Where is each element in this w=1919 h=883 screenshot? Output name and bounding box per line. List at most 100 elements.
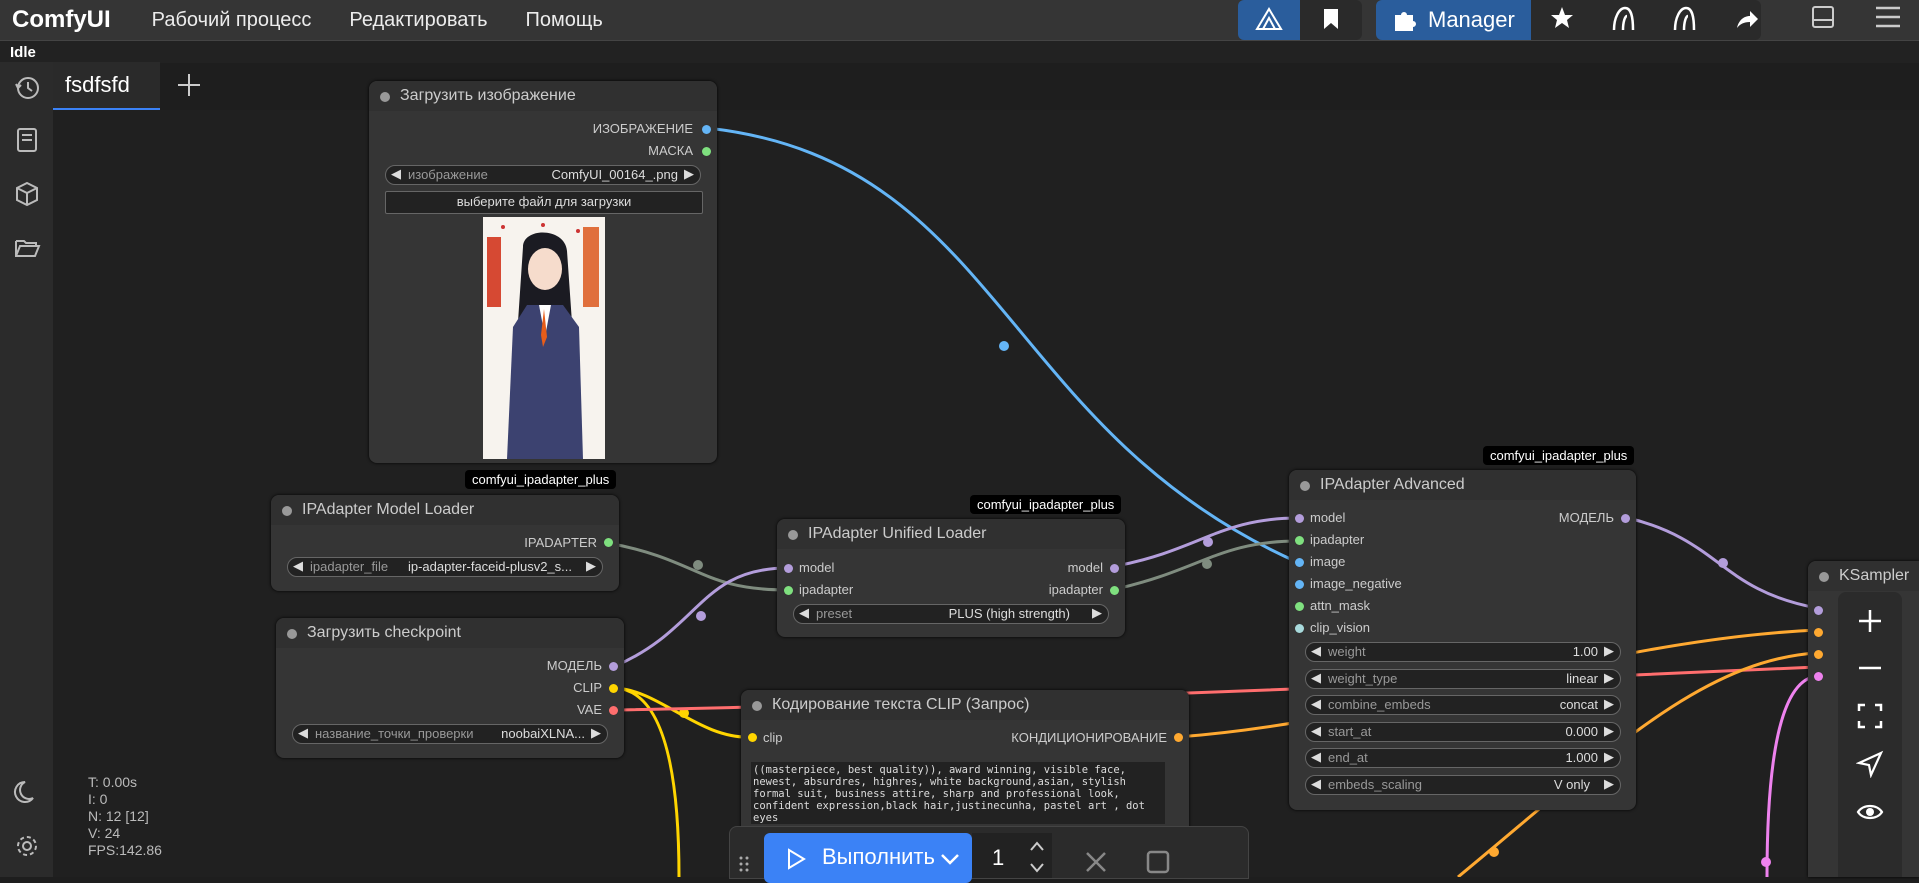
node-title-bar[interactable]: Загрузить изображение <box>369 81 717 111</box>
output-label-model: МОДЕЛЬ <box>546 658 602 673</box>
increment-arrow-icon[interactable]: ▶ <box>586 558 596 574</box>
run-button[interactable]: Выполнить <box>764 833 972 883</box>
node-title-bar[interactable]: IPAdapter Unified Loader <box>777 519 1125 549</box>
node-title-bar[interactable]: Кодирование текста CLIP (Запрос) <box>741 690 1189 720</box>
widget-value: concat <box>1559 697 1598 712</box>
collapse-dot[interactable] <box>1819 572 1829 582</box>
zoom-in-icon[interactable] <box>1856 607 1884 635</box>
navigate-arrow-icon[interactable] <box>1856 750 1884 778</box>
collapse-dot[interactable] <box>287 629 297 639</box>
ipadapter-file-widget[interactable]: ◀ ipadapter_file ip-adapter-faceid-plusv… <box>287 557 603 577</box>
weight-widget[interactable]: ◀ weight 1.00 ▶ <box>1305 642 1621 662</box>
upload-button[interactable]: выберите файл для загрузки <box>385 191 703 214</box>
widget-label: embeds_scaling <box>1328 777 1422 792</box>
decrement-arrow-icon[interactable]: ◀ <box>1311 670 1321 686</box>
node-ipadapter-model-loader[interactable]: IPAdapter Model Loader IPADAPTER ◀ ipada… <box>271 495 619 591</box>
output-label-ipadapter: ipadapter <box>1048 582 1103 597</box>
fit-view-icon[interactable] <box>1856 702 1884 730</box>
output-slot-ipadapter[interactable] <box>604 538 613 547</box>
output-slot-conditioning[interactable] <box>1174 733 1183 742</box>
input-slot-model[interactable] <box>1295 514 1304 523</box>
node-ipadapter-advanced[interactable]: IPAdapter Advanced model ipadapter image… <box>1289 470 1636 810</box>
node-title-bar[interactable]: Загрузить checkpoint <box>276 618 624 648</box>
increment-arrow-icon[interactable]: ▶ <box>1604 749 1614 765</box>
increment-arrow-icon[interactable]: ▶ <box>684 166 694 182</box>
decrement-arrow-icon[interactable]: ◀ <box>1311 723 1321 739</box>
weight-type-widget[interactable]: ◀ weight_type linear ▶ <box>1305 669 1621 689</box>
input-label-clip: clip <box>763 730 783 745</box>
node-title-bar[interactable]: IPAdapter Advanced <box>1289 470 1636 500</box>
embeds-scaling-widget[interactable]: ◀ embeds_scaling V only ▶ <box>1305 775 1621 795</box>
increment-arrow-icon[interactable]: ▶ <box>1604 670 1614 686</box>
output-slot-model[interactable] <box>1621 514 1630 523</box>
decrement-arrow-icon[interactable]: ◀ <box>293 558 303 574</box>
increment-arrow-icon[interactable]: ▶ <box>1604 696 1614 712</box>
output-slot-vae[interactable] <box>609 706 618 715</box>
output-slot-model[interactable] <box>609 662 618 671</box>
node-load-image[interactable]: Загрузить изображение ИЗОБРАЖЕНИЕ МАСКА … <box>369 81 717 463</box>
prompt-textarea[interactable]: ((masterpiece, best quality)), award win… <box>751 762 1165 824</box>
checkpoint-name-widget[interactable]: ◀ название_точки_проверки noobaiXLNA... … <box>292 724 608 744</box>
decrement-chevron-icon[interactable] <box>1028 861 1046 875</box>
end-at-widget[interactable]: ◀ end_at 1.000 ▶ <box>1305 748 1621 768</box>
increment-chevron-icon[interactable] <box>1028 839 1046 853</box>
input-slot-image[interactable] <box>1295 558 1304 567</box>
node-title-bar[interactable]: IPAdapter Model Loader <box>271 495 619 525</box>
node-title-bar[interactable]: KSampler <box>1808 561 1919 591</box>
zoom-out-icon[interactable] <box>1856 654 1884 682</box>
decrement-arrow-icon[interactable]: ◀ <box>1311 696 1321 712</box>
start-at-widget[interactable]: ◀ start_at 0.000 ▶ <box>1305 722 1621 742</box>
increment-arrow-icon[interactable]: ▶ <box>1604 723 1614 739</box>
input-slot-latent[interactable] <box>1814 672 1823 681</box>
output-slot-model[interactable] <box>1110 564 1119 573</box>
input-slot-model[interactable] <box>1814 606 1823 615</box>
widget-value: noobaiXLNA... <box>501 726 585 741</box>
input-slot-clip-vision[interactable] <box>1295 624 1304 633</box>
decrement-arrow-icon[interactable]: ◀ <box>799 605 809 621</box>
collapse-dot[interactable] <box>1300 481 1310 491</box>
combine-embeds-widget[interactable]: ◀ combine_embeds concat ▶ <box>1305 695 1621 715</box>
input-slot-negative[interactable] <box>1814 650 1823 659</box>
widget-label: end_at <box>1328 750 1368 765</box>
cancel-x-icon[interactable] <box>1083 849 1109 875</box>
output-slot-ipadapter[interactable] <box>1110 586 1119 595</box>
input-slot-ipadapter[interactable] <box>784 586 793 595</box>
output-slot-clip[interactable] <box>609 684 618 693</box>
increment-arrow-icon[interactable]: ▶ <box>591 725 601 741</box>
input-slot-positive[interactable] <box>1814 628 1823 637</box>
image-select-widget[interactable]: ◀ изображение ComfyUI_00164_.png ▶ <box>385 165 701 185</box>
input-slot-image-negative[interactable] <box>1295 580 1304 589</box>
output-label-mask: МАСКА <box>648 143 693 158</box>
input-slot-model[interactable] <box>784 564 793 573</box>
chevron-down-icon[interactable] <box>938 847 962 871</box>
output-slot-image[interactable] <box>702 125 711 134</box>
decrement-arrow-icon[interactable]: ◀ <box>1311 643 1321 659</box>
node-load-checkpoint[interactable]: Загрузить checkpoint МОДЕЛЬ CLIP VAE ◀ н… <box>276 618 624 758</box>
input-slot-clip[interactable] <box>748 733 757 742</box>
node-badge: comfyui_ipadapter_plus <box>1483 446 1635 465</box>
batch-count-field[interactable]: 1 <box>972 833 1052 878</box>
input-slot-ipadapter[interactable] <box>1295 536 1304 545</box>
increment-arrow-icon[interactable]: ▶ <box>1604 643 1614 659</box>
eye-icon[interactable] <box>1856 798 1884 826</box>
node-ipadapter-unified-loader[interactable]: IPAdapter Unified Loader model ipadapter… <box>777 519 1125 637</box>
input-slot-attn-mask[interactable] <box>1295 602 1304 611</box>
drag-handle-icon[interactable] <box>738 854 750 874</box>
output-slot-mask[interactable] <box>702 147 711 156</box>
increment-arrow-icon[interactable]: ▶ <box>1092 605 1102 621</box>
decrement-arrow-icon[interactable]: ◀ <box>391 166 401 182</box>
collapse-dot[interactable] <box>752 701 762 711</box>
decrement-arrow-icon[interactable]: ◀ <box>1311 749 1321 765</box>
decrement-arrow-icon[interactable]: ◀ <box>1311 776 1321 792</box>
widget-value: linear <box>1566 671 1598 686</box>
input-label-clip-vision: clip_vision <box>1310 620 1370 635</box>
collapse-dot[interactable] <box>282 506 292 516</box>
node-title: Загрузить изображение <box>400 87 576 104</box>
preset-widget[interactable]: ◀ preset PLUS (high strength) ▶ <box>793 604 1109 624</box>
widget-value: 0.000 <box>1565 724 1598 739</box>
increment-arrow-icon[interactable]: ▶ <box>1604 776 1614 792</box>
decrement-arrow-icon[interactable]: ◀ <box>298 725 308 741</box>
stop-square-icon[interactable] <box>1145 849 1171 875</box>
collapse-dot[interactable] <box>380 92 390 102</box>
collapse-dot[interactable] <box>788 530 798 540</box>
